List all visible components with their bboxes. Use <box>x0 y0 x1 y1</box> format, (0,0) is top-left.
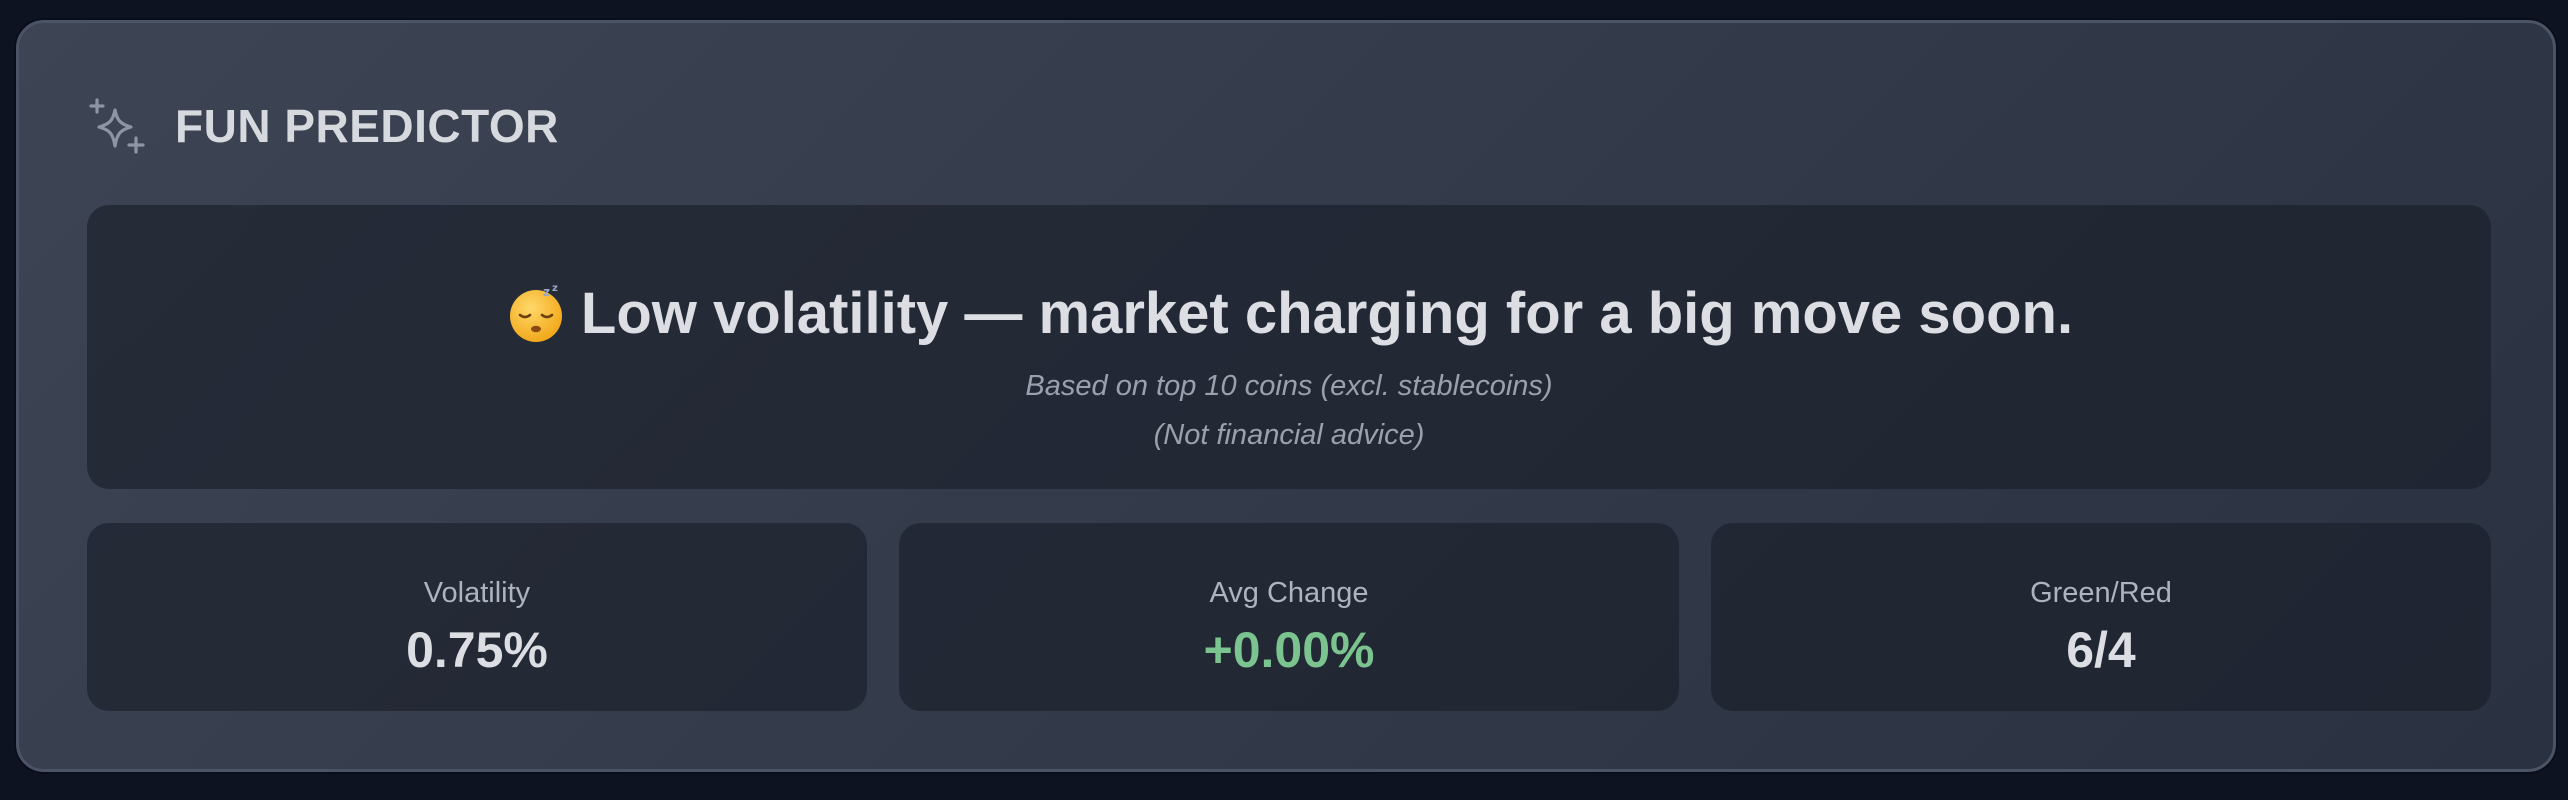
prediction-basis-note: Based on top 10 coins (excl. stablecoins… <box>1025 370 1553 402</box>
stat-value: 0.75% <box>406 622 548 678</box>
stat-value: +0.00% <box>1203 622 1375 678</box>
sparkles-icon <box>89 98 145 154</box>
prediction-panel: z z Low volatility — market charging for… <box>87 205 2491 489</box>
stat-label: Avg Change <box>1209 577 1369 609</box>
card-header: FUN PREDICTOR <box>87 93 559 159</box>
stat-green-red: Green/Red 6/4 <box>1711 523 2491 711</box>
prediction-headline: z z Low volatility — market charging for… <box>87 275 2491 351</box>
stat-value: 6/4 <box>2066 622 2136 678</box>
card-title: FUN PREDICTOR <box>175 100 559 152</box>
stat-volatility: Volatility 0.75% <box>87 523 867 711</box>
sleeping-face-icon: z z <box>509 283 562 342</box>
stat-label: Green/Red <box>2030 577 2172 609</box>
prediction-disclaimer: (Not financial advice) <box>1153 419 1425 451</box>
stats-row: Volatility 0.75% Avg Change +0.00% Green… <box>87 523 2491 711</box>
fun-predictor-card: FUN PREDICTOR z z Low volatility — marke… <box>16 20 2556 772</box>
svg-text:z: z <box>543 285 550 299</box>
stat-avg-change: Avg Change +0.00% <box>899 523 1679 711</box>
prediction-headline-text: Low volatility — market charging for a b… <box>580 280 2074 346</box>
svg-text:z: z <box>552 283 558 294</box>
stat-label: Volatility <box>423 577 531 609</box>
